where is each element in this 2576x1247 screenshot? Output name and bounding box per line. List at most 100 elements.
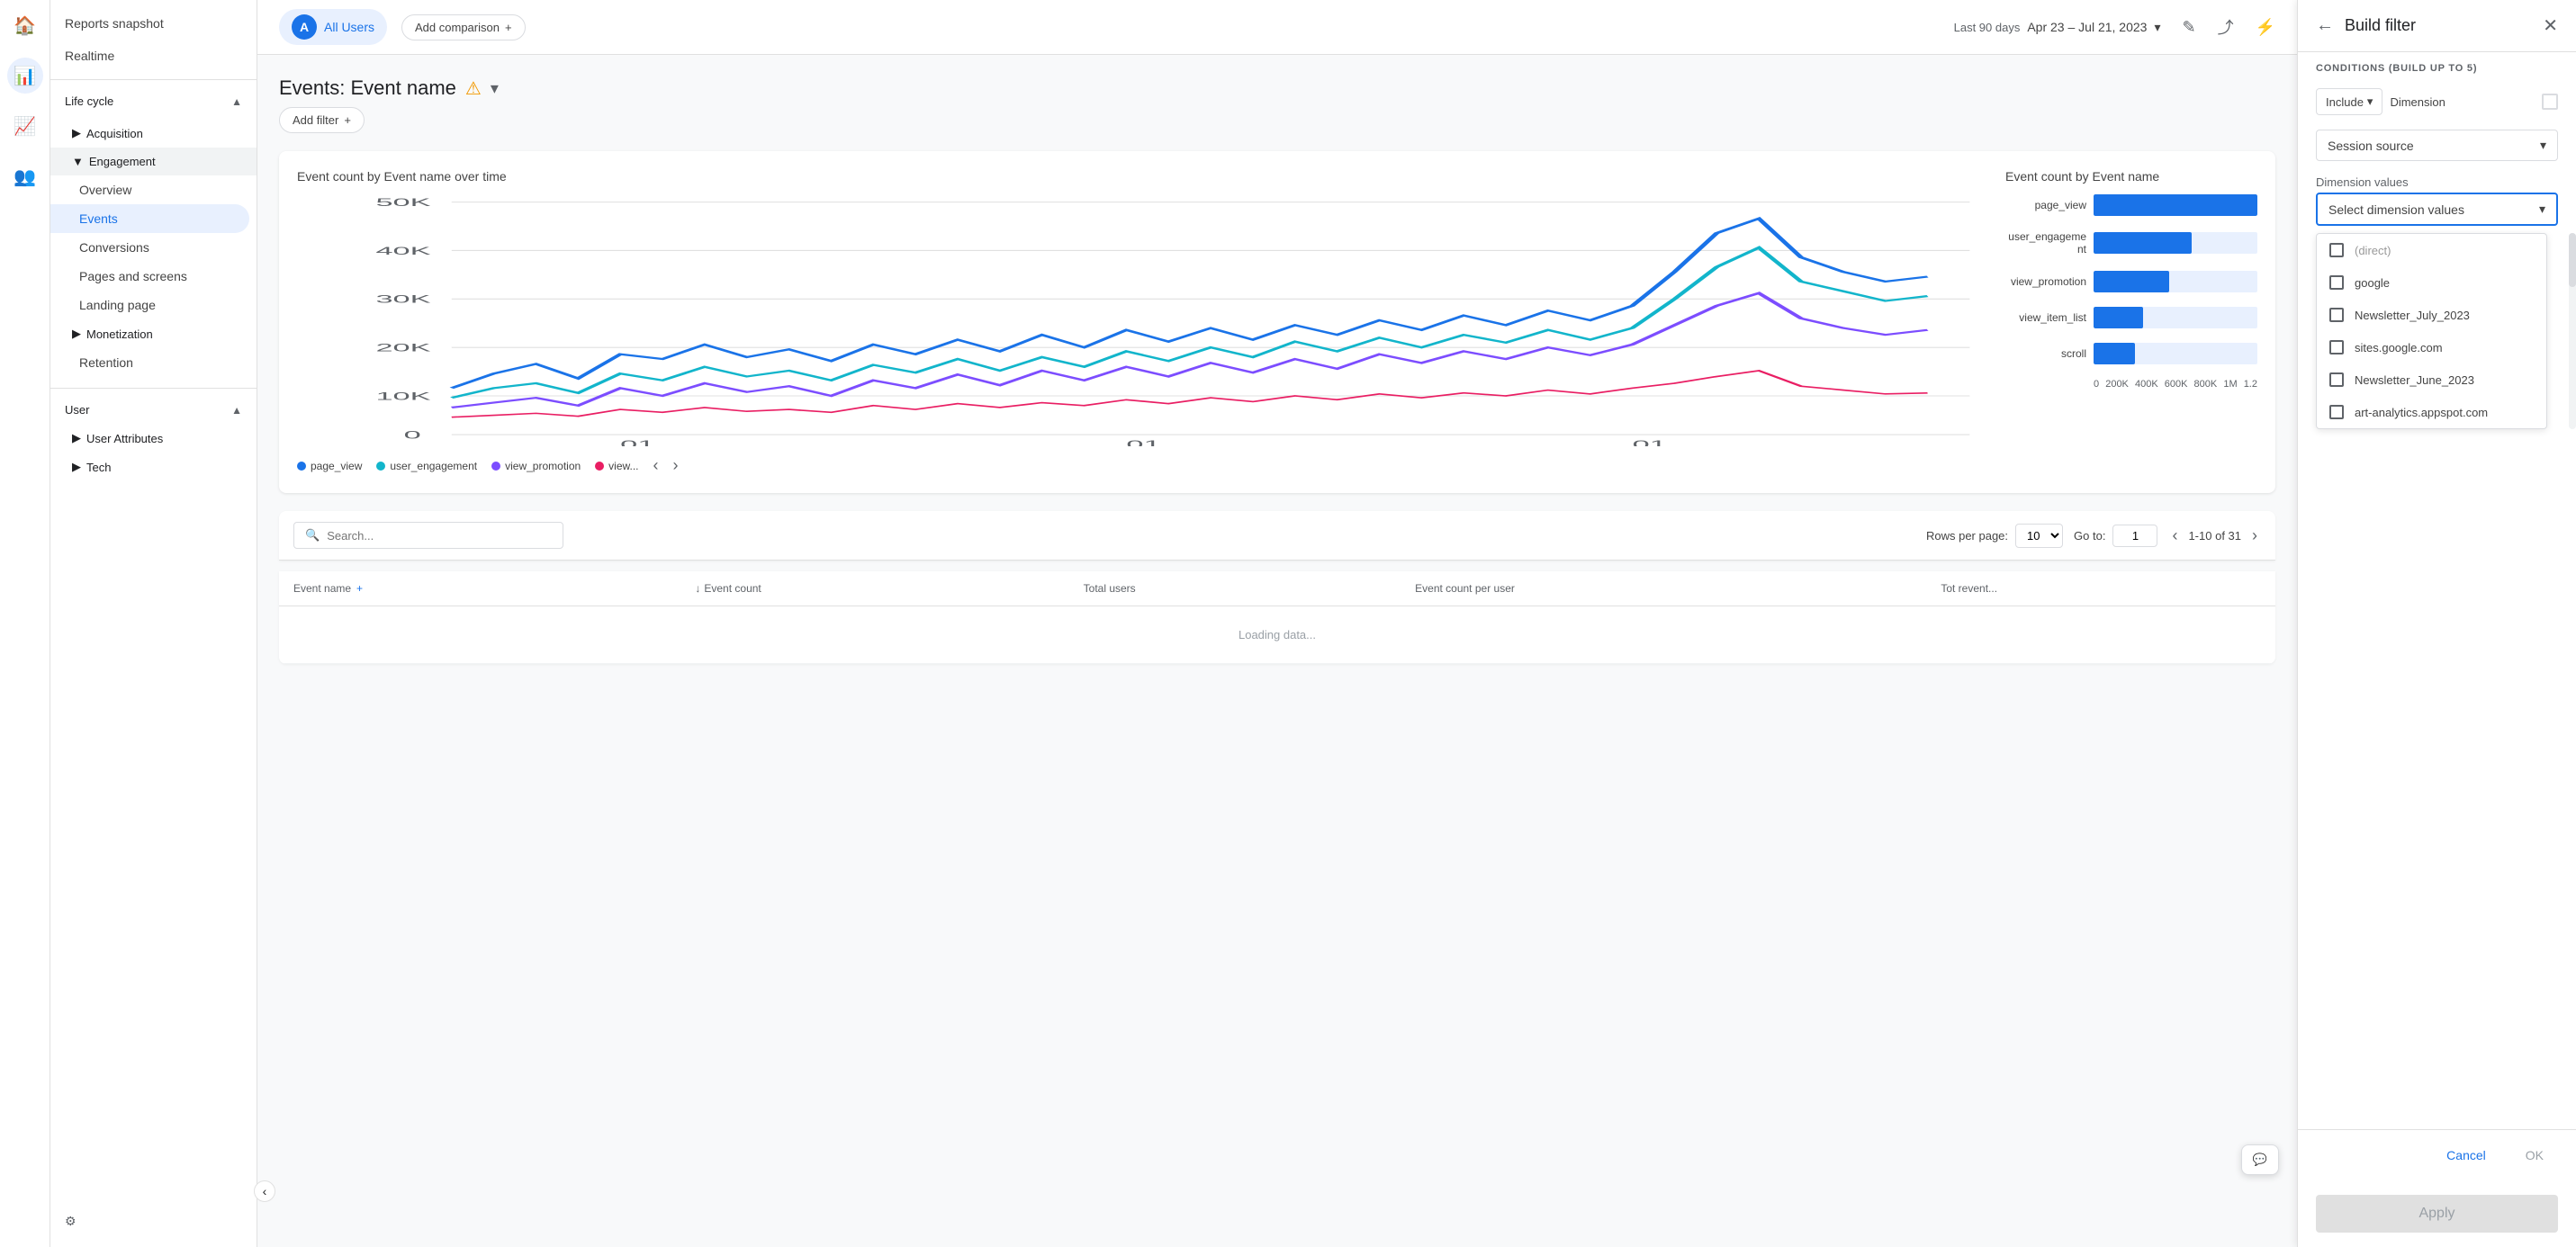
sidebar-item-realtime[interactable]: Realtime — [50, 40, 257, 72]
tech-header[interactable]: ▶ Tech — [50, 453, 257, 481]
session-source-row: Session source ▾ — [2298, 122, 2576, 168]
bar-axis: 0200K400K600K800K1M1.2 — [2094, 379, 2257, 390]
dropdown-item-newsletter-june[interactable]: Newsletter_June_2023 — [2317, 363, 2546, 396]
date-range-dropdown-icon: ▾ — [2154, 20, 2160, 35]
user-label: All Users — [324, 20, 374, 34]
share-icon[interactable]: ⤴ — [2218, 15, 2234, 39]
feedback-inner[interactable]: 💬 — [2241, 1144, 2279, 1175]
collapse-sidebar-button[interactable]: ‹ — [254, 1180, 275, 1202]
dropdown-item-direct[interactable]: (direct) — [2317, 234, 2546, 266]
checkbox-direct[interactable] — [2329, 243, 2344, 257]
dimension-label: Dimension — [2390, 95, 2535, 109]
bar-chart-title: Event count by Event name — [2005, 169, 2257, 184]
engagement-header[interactable]: ▼ Engagement — [50, 148, 257, 175]
date-range-value: Apr 23 – Jul 21, 2023 — [2027, 20, 2147, 34]
user-section-header[interactable]: User ▲ — [50, 396, 257, 424]
rows-per-page-select[interactable]: 10 25 50 — [2015, 524, 2063, 548]
sidebar-divider-2 — [50, 388, 257, 389]
sidebar-item-retention[interactable]: Retention — [50, 348, 249, 377]
all-users-chip[interactable]: A All Users — [279, 9, 387, 45]
sparkline-icon[interactable]: ⚡ — [2256, 18, 2275, 37]
dimension-checkbox — [2542, 94, 2558, 110]
col-event-count[interactable]: ↓ Event count — [680, 571, 1068, 606]
sidebar-item-overview[interactable]: Overview — [50, 175, 249, 204]
acquisition-header[interactable]: ▶ Acquisition — [50, 119, 257, 148]
dropdown-item-newsletter-july[interactable]: Newsletter_July_2023 — [2317, 299, 2546, 331]
filter-back-button[interactable]: ← — [2316, 15, 2334, 36]
checkbox-newsletter-june[interactable] — [2329, 372, 2344, 387]
sidebar-item-landing-page[interactable]: Landing page — [50, 291, 249, 319]
dropdown-list: (direct) google Newsletter_July_2023 sit… — [2316, 233, 2547, 429]
checkbox-google[interactable] — [2329, 275, 2344, 290]
go-to-control: Go to: — [2074, 525, 2157, 547]
legend-item-view: view... — [595, 460, 638, 472]
acquisition-expand-icon: ▶ — [72, 126, 81, 140]
dim-values-select[interactable]: Select dimension values ▾ — [2316, 193, 2558, 226]
cancel-button[interactable]: Cancel — [2432, 1141, 2500, 1170]
page-header: A All Users Add comparison + Last 90 day… — [257, 0, 2297, 55]
add-icon: + — [505, 21, 512, 34]
add-filter-button[interactable]: Add filter + — [279, 107, 365, 133]
checkbox-art-analytics[interactable] — [2329, 405, 2344, 419]
sidebar-item-pages-screens[interactable]: Pages and screens — [50, 262, 249, 291]
goto-input[interactable] — [2112, 525, 2157, 547]
scrollbar[interactable] — [2569, 233, 2576, 429]
add-column-icon[interactable]: + — [356, 582, 363, 595]
col-event-name: Event name + — [279, 571, 680, 606]
checkbox-sites-google[interactable] — [2329, 340, 2344, 354]
include-dropdown[interactable]: Include ▾ — [2316, 88, 2382, 115]
bar-fill-scroll — [2094, 343, 2135, 364]
dropdown-item-google[interactable]: google — [2317, 266, 2546, 299]
svg-text:40K: 40K — [375, 246, 430, 257]
activity-icon[interactable]: 📈 — [7, 108, 43, 144]
audience-icon[interactable]: 👥 — [7, 158, 43, 194]
dropdown-item-sites-google[interactable]: sites.google.com — [2317, 331, 2546, 363]
filter-close-button[interactable]: ✕ — [2543, 14, 2558, 37]
settings-button[interactable]: ⚙ — [50, 1203, 257, 1240]
sidebar-item-events[interactable]: Events — [50, 204, 249, 233]
svg-text:01: 01 — [620, 439, 654, 446]
user-attributes-header[interactable]: ▶ User Attributes — [50, 424, 257, 453]
sidebar-item-reports-snapshot[interactable]: Reports snapshot — [50, 7, 257, 40]
search-box[interactable]: 🔍 — [293, 522, 563, 549]
analytics-icon[interactable]: 📊 — [7, 58, 43, 94]
edit-icon[interactable]: ✎ — [2182, 18, 2195, 37]
title-dropdown-icon[interactable]: ▾ — [491, 79, 499, 98]
search-input[interactable] — [327, 529, 552, 543]
legend-prev-icon[interactable]: ‹ — [653, 456, 659, 475]
lifecycle-section-header[interactable]: Life cycle ▲ — [50, 87, 257, 115]
include-dropdown-icon: ▾ — [2367, 94, 2373, 109]
svg-text:0: 0 — [404, 429, 421, 441]
legend-next-icon[interactable]: › — [673, 456, 679, 475]
engagement-collapse-icon: ▼ — [72, 155, 84, 168]
chart-legend: page_view user_engagement view_promotion… — [297, 456, 1984, 475]
sidebar-item-conversions[interactable]: Conversions — [50, 233, 249, 262]
legend-item-view-promotion: view_promotion — [491, 460, 581, 472]
filter-title: Build filter — [2345, 16, 2543, 35]
monetization-expand-icon: ▶ — [72, 327, 81, 341]
monetization-header[interactable]: ▶ Monetization — [50, 319, 257, 348]
bar-fill-view-promotion — [2094, 271, 2169, 292]
home-icon[interactable]: 🏠 — [7, 7, 43, 43]
session-source-select[interactable]: Session source ▾ — [2316, 130, 2558, 161]
filter-header: ← Build filter ✕ — [2298, 0, 2576, 52]
next-page-button[interactable]: › — [2248, 523, 2261, 549]
apply-button[interactable]: Apply — [2316, 1195, 2558, 1233]
legend-dot-pageview — [297, 462, 306, 471]
dropdown-item-art-analytics[interactable]: art-analytics.appspot.com — [2317, 396, 2546, 428]
avatar: A — [292, 14, 317, 40]
prev-page-button[interactable]: ‹ — [2168, 523, 2181, 549]
col-total-revenue: Tot revent... — [1926, 571, 2275, 606]
ok-button[interactable]: OK — [2511, 1141, 2558, 1170]
col-total-users: Total users — [1069, 571, 1401, 606]
session-source-dropdown-icon: ▾ — [2540, 138, 2546, 153]
checkbox-newsletter-july[interactable] — [2329, 308, 2344, 322]
svg-text:10K: 10K — [375, 390, 430, 402]
pagination: ‹ 1-10 of 31 › — [2168, 523, 2261, 549]
charts-row: Event count by Event name over time 50K … — [279, 151, 2275, 493]
add-comparison-button[interactable]: Add comparison + — [401, 14, 526, 40]
bar-fill-engagement — [2094, 232, 2192, 254]
date-range-picker[interactable]: Last 90 days Apr 23 – Jul 21, 2023 ▾ — [1954, 20, 2161, 35]
feedback-button[interactable]: 💬 — [2241, 1144, 2279, 1175]
bar-row-pageview: page_view — [2005, 194, 2257, 216]
